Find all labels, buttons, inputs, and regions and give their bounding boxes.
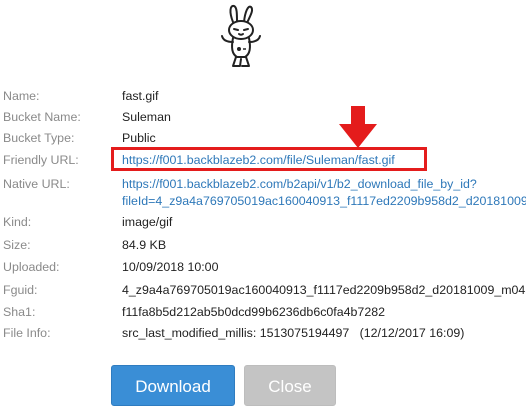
size-label: Size: [3, 238, 31, 252]
uploaded-value: 10/09/2018 10:00 [122, 260, 219, 274]
kind-label: Kind: [3, 215, 32, 229]
kind-value: image/gif [122, 215, 173, 229]
bucket-name-value: Suleman [122, 110, 171, 124]
download-button[interactable]: Download [111, 365, 235, 406]
file-info-label: File Info: [3, 326, 51, 340]
size-value: 84.9 KB [122, 238, 167, 252]
sha1-value: f11fa8b5d212ab5b0dcd99b6236db6c0fa4b7282 [122, 305, 385, 319]
name-value: fast.gif [122, 89, 159, 103]
file-info-value: src_last_modified_millis: 1513075194497 … [122, 326, 465, 340]
close-button[interactable]: Close [244, 365, 336, 406]
fguid-label: Fguid: [3, 283, 38, 297]
bucket-type-value: Public [122, 131, 156, 145]
uploaded-label: Uploaded: [3, 260, 60, 274]
name-label: Name: [3, 89, 40, 103]
native-url-link-line2[interactable]: fileId=4_z9a4a769705019ac160040913_f1117… [122, 191, 526, 211]
bucket-type-label: Bucket Type: [3, 131, 75, 145]
file-preview-image [213, 2, 269, 72]
bucket-name-label: Bucket Name: [3, 110, 81, 124]
sha1-label: Sha1: [3, 305, 36, 319]
down-arrow-annotation-icon [339, 106, 377, 148]
fguid-value: 4_z9a4a769705019ac160040913_f1117ed2209b… [122, 283, 526, 297]
friendly-url-highlight-box [111, 147, 427, 171]
friendly-url-label: Friendly URL: [3, 153, 79, 167]
native-url-label: Native URL: [3, 177, 70, 191]
rabbit-icon [221, 4, 261, 67]
